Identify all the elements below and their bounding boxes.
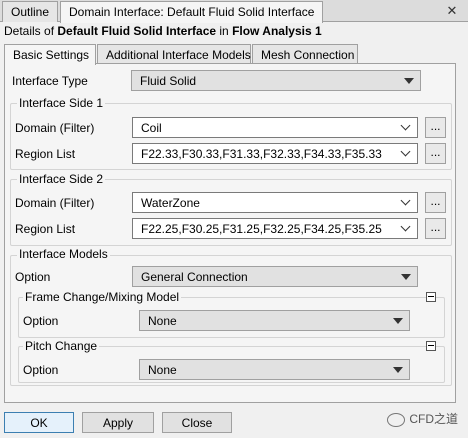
tab-basic-settings-label: Basic Settings bbox=[13, 48, 90, 62]
pitch-change-option-select[interactable]: None bbox=[139, 359, 410, 380]
tab-domain-interface[interactable]: Domain Interface: Default Fluid Solid In… bbox=[60, 1, 324, 23]
pitch-change-option-value: None bbox=[148, 363, 177, 377]
tab-additional-label: Additional Interface Models bbox=[106, 48, 251, 62]
basic-settings-panel: Interface Type Fluid Solid Interface Sid… bbox=[4, 63, 456, 403]
side2-domain-label: Domain (Filter) bbox=[15, 196, 95, 210]
interface-models-title: Interface Models bbox=[17, 247, 110, 261]
chevron-down-icon bbox=[400, 120, 411, 131]
close-button[interactable]: Close bbox=[162, 412, 232, 433]
pitch-change-option-label: Option bbox=[23, 363, 59, 377]
ok-button[interactable]: OK bbox=[4, 412, 74, 433]
side1-region-value: F22.33,F30.33,F31.33,F32.33,F34.33,F35.3… bbox=[141, 147, 382, 161]
tab-basic-settings[interactable]: Basic Settings bbox=[4, 44, 96, 65]
side2-region-browse-button[interactable]: ... bbox=[425, 218, 446, 239]
watermark: CFD之道 bbox=[387, 410, 458, 427]
tab-outline-label: Outline bbox=[11, 5, 50, 19]
side2-domain-browse-button[interactable]: ... bbox=[425, 192, 446, 213]
side2-region-value: F22.25,F30.25,F31.25,F32.25,F34.25,F35.2… bbox=[141, 222, 382, 236]
side2-region-select[interactable]: F22.25,F30.25,F31.25,F32.25,F34.25,F35.2… bbox=[132, 218, 418, 239]
details-middle: in bbox=[216, 24, 233, 38]
side1-domain-value: Coil bbox=[141, 121, 162, 135]
models-option-value: General Connection bbox=[141, 270, 248, 284]
tab-domain-interface-label: Domain Interface: Default Fluid Solid In… bbox=[69, 5, 315, 19]
dropdown-arrow-icon bbox=[404, 78, 414, 84]
wechat-icon bbox=[387, 412, 406, 427]
frame-change-option-select[interactable]: None bbox=[139, 310, 410, 331]
close-icon[interactable]: ✕ bbox=[444, 3, 460, 19]
side1-domain-browse-button[interactable]: ... bbox=[425, 117, 446, 138]
chevron-down-icon bbox=[400, 195, 411, 206]
interface-type-select[interactable]: Fluid Solid bbox=[131, 70, 421, 91]
chevron-down-icon bbox=[400, 146, 411, 157]
interface-side-1-title: Interface Side 1 bbox=[17, 96, 106, 110]
chevron-down-icon bbox=[400, 221, 411, 232]
frame-change-option-value: None bbox=[148, 314, 177, 328]
collapse-icon[interactable] bbox=[426, 292, 436, 302]
side1-region-select[interactable]: F22.33,F30.33,F31.33,F32.33,F34.33,F35.3… bbox=[132, 143, 418, 164]
interface-type-value: Fluid Solid bbox=[140, 74, 197, 88]
side1-domain-select[interactable]: Coil bbox=[132, 117, 418, 138]
collapse-icon[interactable] bbox=[426, 341, 436, 351]
tab-mesh-connection[interactable]: Mesh Connection bbox=[252, 44, 358, 64]
side1-domain-label: Domain (Filter) bbox=[15, 121, 95, 135]
frame-change-title: Frame Change/Mixing Model bbox=[23, 290, 182, 304]
dropdown-arrow-icon bbox=[393, 367, 403, 373]
side2-region-label: Region List bbox=[15, 222, 76, 236]
watermark-text: CFD之道 bbox=[409, 412, 458, 426]
frame-change-option-label: Option bbox=[23, 314, 59, 328]
side1-region-label: Region List bbox=[15, 147, 76, 161]
models-option-label: Option bbox=[15, 270, 51, 284]
models-option-select[interactable]: General Connection bbox=[132, 266, 418, 287]
pitch-change-title: Pitch Change bbox=[23, 339, 100, 353]
details-analysis: Flow Analysis 1 bbox=[232, 24, 322, 38]
side1-region-browse-button[interactable]: ... bbox=[425, 143, 446, 164]
interface-side-2-title: Interface Side 2 bbox=[17, 172, 106, 186]
tab-additional-interface-models[interactable]: Additional Interface Models bbox=[97, 44, 251, 64]
details-object: Default Fluid Solid Interface bbox=[57, 24, 217, 38]
dropdown-arrow-icon bbox=[401, 274, 411, 280]
tab-mesh-label: Mesh Connection bbox=[261, 48, 355, 62]
details-header: Details of Default Fluid Solid Interface… bbox=[4, 24, 322, 38]
side2-domain-value: WaterZone bbox=[141, 196, 200, 210]
top-tab-bar: Outline Domain Interface: Default Fluid … bbox=[0, 0, 468, 23]
side2-domain-select[interactable]: WaterZone bbox=[132, 192, 418, 213]
tab-outline[interactable]: Outline bbox=[2, 1, 59, 22]
interface-type-label: Interface Type bbox=[12, 74, 88, 88]
dropdown-arrow-icon bbox=[393, 318, 403, 324]
apply-button[interactable]: Apply bbox=[82, 412, 154, 433]
details-prefix: Details of bbox=[4, 24, 58, 38]
